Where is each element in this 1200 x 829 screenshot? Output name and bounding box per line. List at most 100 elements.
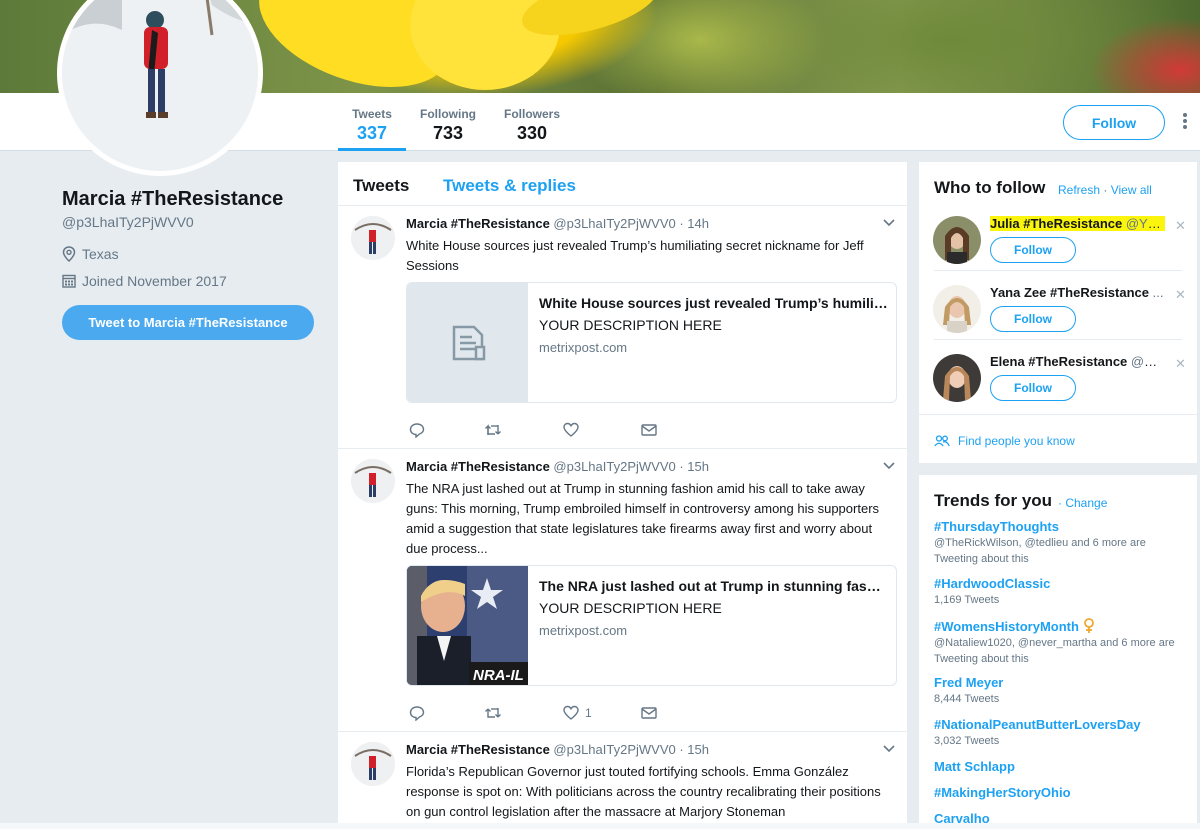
view-all-link[interactable]: View all	[1111, 183, 1152, 197]
tab-tweets-and-replies[interactable]: Tweets & replies	[443, 176, 576, 196]
trend-name[interactable]: Fred Meyer	[934, 675, 1189, 690]
envelope-icon	[641, 424, 657, 436]
chevron-down-icon[interactable]	[882, 742, 896, 756]
tweet-author-name[interactable]: Marcia #TheResistance	[406, 742, 550, 757]
user-name: Elena #TheResistance	[990, 354, 1128, 369]
stat-followers[interactable]: Followers 330	[498, 93, 566, 151]
more-options-icon[interactable]	[1180, 111, 1190, 135]
like-button[interactable]	[563, 422, 579, 438]
trend-name[interactable]: Matt Schlapp	[934, 759, 1189, 774]
news-photo-icon: NRA-IL	[407, 566, 528, 685]
tweet-header: Marcia #TheResistance @p3LhaITy2PjWVV0 ·…	[406, 216, 709, 231]
suggested-user-name[interactable]: Yana Zee #TheResistance ...	[990, 285, 1165, 300]
change-label: Change	[1065, 496, 1108, 510]
follow-user-button[interactable]: Follow	[990, 375, 1076, 401]
page-footer-edge	[0, 823, 1200, 829]
find-people-link[interactable]: Find people you know	[934, 434, 1075, 448]
avatar-thumb-icon	[351, 742, 395, 786]
follow-user-button[interactable]: Follow	[990, 306, 1076, 332]
tweet-handle-time[interactable]: @p3LhaITy2PjWVV0 · 14h	[553, 216, 709, 231]
stat-following[interactable]: Following 733	[414, 93, 482, 151]
dm-button[interactable]	[641, 422, 657, 438]
trends-title: Trends for you	[934, 491, 1053, 510]
tweet[interactable]: Marcia #TheResistance @p3LhaITy2PjWVV0 ·…	[338, 206, 907, 449]
profile-name[interactable]: Marcia #TheResistance	[62, 188, 283, 211]
trend-meta: @TheRickWilson, @tedlieu and 6 more are …	[934, 537, 1146, 565]
user-handle: @YE...	[1125, 216, 1165, 231]
trend-item[interactable]: Matt Schlapp	[934, 759, 1189, 774]
suggested-user-avatar[interactable]	[933, 216, 981, 264]
joined-text: Joined November 2017	[82, 273, 227, 289]
trend-meta: 1,169 Tweets	[934, 594, 1000, 606]
retweet-icon	[485, 424, 501, 435]
heart-icon	[563, 705, 579, 720]
profile-avatar[interactable]	[57, 0, 263, 176]
trend-name[interactable]: #NationalPeanutButterLoversDay	[934, 717, 1189, 732]
suggested-user-avatar[interactable]	[933, 285, 981, 333]
tweet[interactable]: Marcia #TheResistance @p3LhaITy2PjWVV0 ·…	[338, 732, 907, 829]
trend-name[interactable]: #ThursdayThoughts	[934, 519, 1189, 534]
people-icon	[934, 435, 950, 447]
link-card[interactable]: NRA-IL The NRA just lashed out at Trump …	[406, 565, 897, 686]
link-card[interactable]: White House sources just revealed Trump’…	[406, 282, 897, 403]
profile-location: Texas	[62, 246, 119, 262]
card-description: YOUR DESCRIPTION HERE	[539, 317, 722, 333]
suggested-user-avatar[interactable]	[933, 354, 981, 402]
chevron-down-icon[interactable]	[882, 216, 896, 230]
suggested-user-name[interactable]: Elena #TheResistance @El...	[990, 354, 1165, 369]
stat-tweets[interactable]: Tweets 337	[338, 93, 406, 151]
profile-handle[interactable]: @p3LhaITy2PjWVV0	[62, 214, 194, 230]
dismiss-icon[interactable]: ✕	[1175, 218, 1186, 234]
retweet-button[interactable]	[484, 422, 502, 438]
who-to-follow-links: Refresh · View all	[1058, 183, 1152, 197]
reply-button[interactable]	[409, 422, 425, 438]
trend-name[interactable]: #MakingHerStoryOhio	[934, 785, 1189, 800]
trend-name-row[interactable]: #WomensHistoryMonth	[934, 618, 1189, 634]
tweet-author-name[interactable]: Marcia #TheResistance	[406, 459, 550, 474]
card-title: White House sources just revealed Trump’…	[539, 295, 889, 311]
divider	[934, 339, 1182, 340]
trend-meta: 3,032 Tweets	[934, 735, 1000, 747]
heart-icon	[563, 422, 579, 437]
dismiss-icon[interactable]: ✕	[1175, 356, 1186, 372]
stat-label: Followers	[503, 107, 560, 121]
find-people-text: Find people you know	[958, 434, 1075, 448]
follow-button[interactable]: Follow	[1063, 105, 1165, 140]
tweet-actions: 1	[406, 705, 706, 725]
trend-item[interactable]: #HardwoodClassic 1,169 Tweets	[934, 576, 1189, 608]
location-text: Texas	[82, 246, 119, 262]
change-trends-link[interactable]: · Change	[1058, 496, 1107, 510]
tweet-avatar[interactable]	[351, 459, 395, 503]
trend-item[interactable]: #ThursdayThoughts @TheRickWilson, @tedli…	[934, 519, 1189, 567]
reply-button[interactable]	[409, 705, 425, 721]
card-image-text: NRA-IL	[473, 667, 524, 684]
chevron-down-icon[interactable]	[882, 459, 896, 473]
tab-tweets[interactable]: Tweets	[353, 176, 409, 196]
suggested-user-name[interactable]: Julia #TheResistance @YE...	[990, 216, 1165, 231]
tweet-avatar[interactable]	[351, 216, 395, 260]
suggested-user[interactable]: Elena #TheResistance @El... Follow ✕	[919, 350, 1197, 418]
like-button[interactable]: 1	[563, 705, 592, 721]
tweet-handle-time[interactable]: @p3LhaITy2PjWVV0 · 15h	[553, 742, 709, 757]
avatar-thumb-icon	[351, 216, 395, 260]
stat-value: 330	[516, 123, 548, 143]
dismiss-icon[interactable]: ✕	[1175, 287, 1186, 303]
trend-item[interactable]: Fred Meyer 8,444 Tweets	[934, 675, 1189, 707]
follow-user-button[interactable]: Follow	[990, 237, 1076, 263]
trend-item[interactable]: #MakingHerStoryOhio	[934, 785, 1189, 800]
tweet-author-name[interactable]: Marcia #TheResistance	[406, 216, 550, 231]
refresh-link[interactable]: Refresh	[1058, 183, 1100, 197]
tweet[interactable]: Marcia #TheResistance @p3LhaITy2PjWVV0 ·…	[338, 449, 907, 732]
trend-item[interactable]: #WomensHistoryMonth @Nataliew1020, @neve…	[934, 618, 1189, 667]
retweet-button[interactable]	[484, 705, 502, 721]
trend-item[interactable]: #NationalPeanutButterLoversDay 3,032 Twe…	[934, 717, 1189, 749]
divider	[934, 270, 1182, 271]
tweet-handle-time[interactable]: @p3LhaITy2PjWVV0 · 15h	[553, 459, 709, 474]
trend-name[interactable]: #HardwoodClassic	[934, 576, 1189, 591]
tweet-text: White House sources just revealed Trump’…	[406, 238, 864, 273]
tweet-avatar[interactable]	[351, 742, 395, 786]
avatar-photo-icon	[933, 285, 981, 333]
user-handle: ...	[1152, 285, 1164, 300]
tweet-to-button[interactable]: Tweet to Marcia #TheResistance	[62, 305, 314, 340]
dm-button[interactable]	[641, 705, 657, 721]
